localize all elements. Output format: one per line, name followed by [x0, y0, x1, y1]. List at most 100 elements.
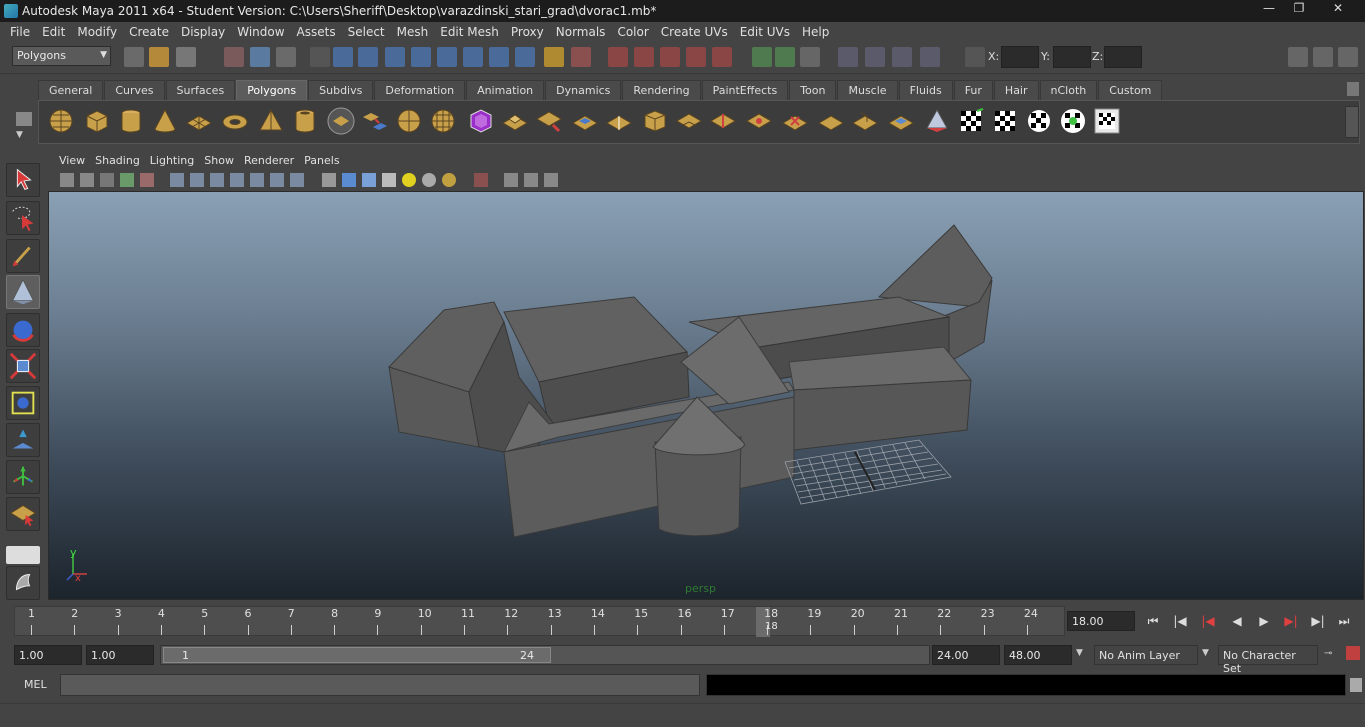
planar-mapping-icon[interactable] — [887, 107, 915, 135]
use-all-lights-icon[interactable] — [402, 173, 416, 187]
range-slider[interactable]: 1 24 — [160, 645, 930, 665]
panel-menu-view[interactable]: View — [54, 154, 90, 167]
play-backwards-button[interactable]: ◀ — [1227, 614, 1247, 632]
snap-to-point-icon[interactable] — [660, 47, 680, 67]
tab-general[interactable]: General — [38, 80, 104, 100]
tab-polygons[interactable]: Polygons — [236, 80, 308, 100]
safe-action-icon[interactable] — [270, 173, 284, 187]
close-button[interactable]: ✕ — [1315, 0, 1361, 18]
key-icon[interactable]: ⊸ — [1324, 648, 1340, 660]
mel-input[interactable] — [60, 674, 700, 696]
castle-model[interactable] — [49, 192, 1364, 600]
poly-sphere-icon[interactable] — [47, 107, 75, 135]
tab-custom[interactable]: Custom — [1098, 80, 1163, 100]
trash-icon[interactable] — [1347, 82, 1359, 96]
shelf-tabs-icon[interactable] — [16, 112, 32, 126]
playback-end-field[interactable]: 24.00 — [932, 645, 1000, 665]
snap-to-grid-icon[interactable] — [608, 47, 628, 67]
unfold-uv-icon[interactable] — [1025, 107, 1053, 135]
two-d-pan-zoom-icon[interactable] — [140, 173, 154, 187]
show-manipulator-tool[interactable] — [6, 460, 40, 494]
move-tool[interactable] — [6, 275, 40, 309]
field-chart-icon[interactable] — [250, 173, 264, 187]
menu-edit-uvs[interactable]: Edit UVs — [734, 25, 796, 39]
menu-proxy[interactable]: Proxy — [505, 25, 550, 39]
poly-plane-icon[interactable] — [185, 107, 213, 135]
select-misc-icon[interactable] — [515, 47, 535, 67]
select-by-hierarchy-icon[interactable] — [224, 47, 244, 67]
select-handles-icon[interactable] — [333, 47, 353, 67]
menu-create[interactable]: Create — [123, 25, 175, 39]
select-tool[interactable] — [6, 163, 40, 197]
select-by-component-icon[interactable] — [276, 47, 296, 67]
play-forwards-button[interactable]: ▶ — [1254, 614, 1274, 632]
toggle-attribute-editor-icon[interactable] — [1288, 47, 1308, 67]
quick-layout-icon[interactable] — [6, 566, 40, 600]
bookmarks-icon[interactable] — [100, 173, 114, 187]
bridge-icon[interactable] — [535, 107, 563, 135]
character-set-dropdown[interactable]: No Character Set — [1218, 645, 1318, 675]
history-input-icon[interactable] — [752, 47, 772, 67]
tab-toon[interactable]: Toon — [789, 80, 837, 100]
poly-pipe-icon[interactable] — [291, 107, 319, 135]
construction-history-icon[interactable] — [800, 47, 820, 67]
gate-mask-icon[interactable] — [230, 173, 244, 187]
transform-input-icon[interactable] — [965, 47, 985, 67]
xray-joints-icon[interactable] — [524, 173, 538, 187]
menu-normals[interactable]: Normals — [550, 25, 612, 39]
snap-to-view-plane-icon[interactable] — [686, 47, 706, 67]
collapse-icon[interactable] — [781, 107, 809, 135]
merge-vertex-icon[interactable] — [745, 107, 773, 135]
playback-start-field[interactable]: 1.00 — [86, 645, 154, 665]
tab-surfaces[interactable]: Surfaces — [165, 80, 236, 100]
paint-select-tool[interactable] — [6, 239, 40, 273]
step-back-key-button[interactable]: |◀ — [1170, 614, 1190, 632]
manipulator-tool[interactable] — [6, 386, 40, 420]
lasso-tool[interactable] — [6, 201, 40, 235]
menu-create-uvs[interactable]: Create UVs — [655, 25, 734, 39]
menu-edit[interactable]: Edit — [36, 25, 71, 39]
menu-help[interactable]: Help — [796, 25, 835, 39]
panel-menu-panels[interactable]: Panels — [299, 154, 344, 167]
poly-smooth-icon[interactable] — [429, 107, 457, 135]
new-scene-icon[interactable] — [124, 47, 144, 67]
z-field[interactable] — [1104, 46, 1142, 68]
menu-select[interactable]: Select — [342, 25, 391, 39]
poly-smooth-sphere-icon[interactable] — [395, 107, 423, 135]
wedge-face-icon[interactable] — [817, 107, 845, 135]
tab-ncloth[interactable]: nCloth — [1039, 80, 1098, 100]
camera-attributes-icon[interactable] — [80, 173, 94, 187]
poly-cone-icon[interactable] — [151, 107, 179, 135]
poke-face-icon[interactable] — [851, 107, 879, 135]
render-settings-icon[interactable] — [892, 47, 912, 67]
cylindrical-mapping-icon[interactable] — [923, 107, 951, 135]
poly-cube-icon[interactable] — [83, 107, 111, 135]
menu-assets[interactable]: Assets — [291, 25, 342, 39]
end-time-field[interactable]: 48.00 — [1004, 645, 1072, 665]
poly-smooth-proxy-icon[interactable] — [467, 107, 495, 135]
range-slider-handle[interactable]: 1 24 — [163, 647, 551, 663]
extrude-icon[interactable] — [501, 107, 529, 135]
snap-to-curve-icon[interactable] — [634, 47, 654, 67]
shelf-scrollbar[interactable] — [1345, 106, 1359, 138]
lock-selection-icon[interactable] — [544, 47, 564, 67]
isolate-select-icon[interactable] — [474, 173, 488, 187]
tab-rendering[interactable]: Rendering — [622, 80, 701, 100]
menu-set-dropdown[interactable]: Polygons ▼ — [12, 46, 111, 66]
menu-modify[interactable]: Modify — [71, 25, 123, 39]
offset-edge-loop-icon[interactable] — [675, 107, 703, 135]
tab-curves[interactable]: Curves — [104, 80, 165, 100]
make-live-icon[interactable] — [712, 47, 732, 67]
save-scene-icon[interactable] — [176, 47, 196, 67]
textured-icon[interactable] — [382, 173, 396, 187]
toggle-tool-settings-icon[interactable] — [1313, 47, 1333, 67]
menu-mesh[interactable]: Mesh — [391, 25, 435, 39]
script-editor-icon[interactable] — [1350, 678, 1362, 692]
slide-edge-icon[interactable] — [709, 107, 737, 135]
wireframe-icon[interactable] — [322, 173, 336, 187]
ipr-render-icon[interactable] — [865, 47, 885, 67]
smooth-shade-icon[interactable] — [342, 173, 356, 187]
select-surfaces-icon[interactable] — [411, 47, 431, 67]
panel-menu-shading[interactable]: Shading — [90, 154, 145, 167]
relax-uv-icon[interactable] — [1059, 107, 1087, 135]
